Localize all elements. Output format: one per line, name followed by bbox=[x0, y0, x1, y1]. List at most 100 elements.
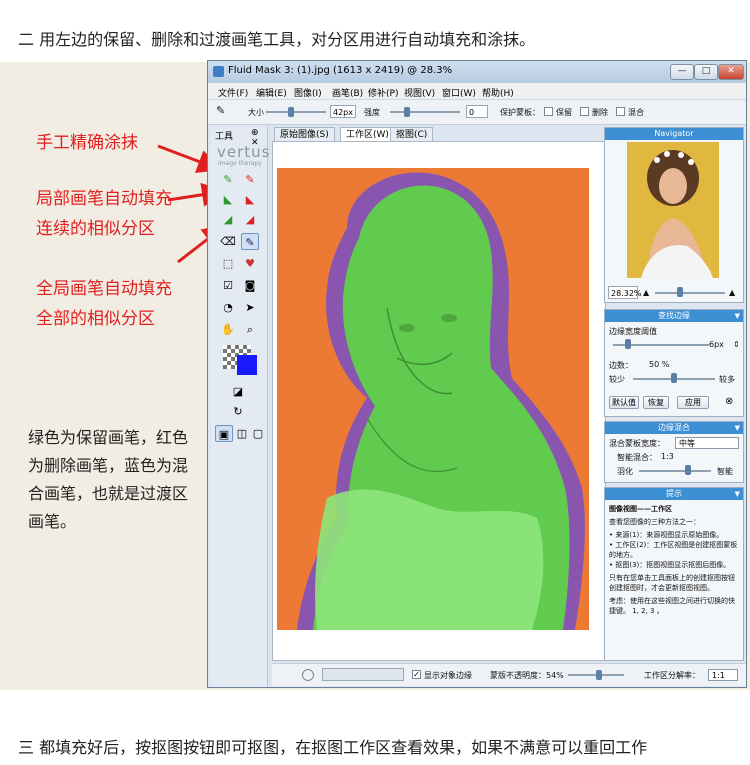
soft-input[interactable]: 0 bbox=[466, 105, 488, 118]
edge-threshold-stepper-icon[interactable]: ⇕ bbox=[733, 340, 740, 349]
keep-checkbox[interactable] bbox=[544, 107, 553, 116]
zoom-in-icon[interactable]: ▲ bbox=[729, 288, 735, 297]
navigator-zoom-input[interactable]: 28.32% bbox=[608, 286, 642, 299]
brush-toolbar: ✎ 大小 42px 强度 0 保护蒙板： 保留 删除 混合 bbox=[208, 100, 746, 125]
keep-local-fill-icon[interactable]: ◣ bbox=[219, 191, 237, 208]
mask-overlay bbox=[297, 172, 585, 630]
keep-global-fill-icon[interactable]: ◢ bbox=[219, 211, 237, 228]
rotate-icon[interactable]: ↻ bbox=[229, 403, 247, 420]
soft-label: 强度 bbox=[364, 108, 380, 117]
navigator-thumbnail-image bbox=[641, 150, 713, 278]
soft-slider[interactable] bbox=[390, 111, 460, 113]
blend-checkbox[interactable] bbox=[616, 107, 625, 116]
lasso-tool-icon[interactable]: ◔ bbox=[219, 299, 237, 316]
step-three-heading: 三 都填充好后，按抠图按钮即可抠图，在抠图工作区查看效果，如果不满意可以重回工作 bbox=[18, 738, 648, 757]
blend-width-label: 混合蒙板宽度： bbox=[609, 439, 665, 448]
edge-blend-panel: 边缘混合 ▼ 混合蒙板宽度： 中等 智能混合： 1:3 羽化 智能 bbox=[604, 421, 744, 483]
status-bar: ✓ 显示对象边缘 蒙版不透明度：54% 工作区分解率： 1:1 bbox=[272, 663, 746, 686]
edge-count-value: 50 % bbox=[649, 360, 670, 369]
fluid-mask-window: Fluid Mask 3: (1).jpg (1613 x 2419) @ 28… bbox=[207, 60, 747, 688]
tools-panel-title: 工具 bbox=[215, 132, 234, 142]
window-title: Fluid Mask 3: (1).jpg (1613 x 2419) @ 28… bbox=[228, 65, 453, 76]
tab-cutout[interactable]: 抠图(C) bbox=[390, 127, 434, 141]
edge-blend-title: 边缘混合 ▼ bbox=[605, 422, 743, 434]
help-paragraph: 只有在您单击工具面板上的创建抠图按钮创建抠图时，才会更新抠图视图。 bbox=[609, 574, 735, 592]
menu-help[interactable]: 帮助(H) bbox=[482, 86, 514, 99]
navigator-zoom-slider[interactable] bbox=[655, 292, 725, 294]
preview-toggle-icon[interactable]: ◪ bbox=[229, 383, 247, 400]
size-slider[interactable] bbox=[266, 111, 326, 113]
resolution-select[interactable]: 1:1 bbox=[708, 669, 738, 681]
layout-single-icon[interactable]: ▣ bbox=[215, 425, 233, 442]
find-edges-title: 查找边缘 ▼ bbox=[605, 310, 743, 322]
close-button[interactable]: ✕ bbox=[718, 64, 744, 80]
hand-tool-icon[interactable]: ✋ bbox=[219, 321, 237, 338]
navigator-zoom-knob[interactable] bbox=[677, 287, 683, 297]
patch-tool-icon[interactable]: ♥ bbox=[241, 255, 259, 272]
progress-bar bbox=[322, 668, 404, 681]
menu-brush[interactable]: 画笔(B) bbox=[332, 86, 363, 99]
blend-brush-tool-icon[interactable]: ✎ bbox=[241, 233, 259, 250]
restore-button[interactable]: 恢复 bbox=[643, 396, 669, 409]
foreground-color-swatch[interactable] bbox=[237, 355, 257, 375]
menu-view[interactable]: 视图(V) bbox=[404, 86, 435, 99]
edge-threshold-knob[interactable] bbox=[625, 339, 631, 349]
menu-file[interactable]: 文件(F) bbox=[218, 86, 248, 99]
minimize-button[interactable]: — bbox=[670, 64, 694, 80]
help-item-cutout: • 抠图(3)：抠图视图显示抠图后图像。 bbox=[609, 561, 731, 569]
show-edges-checkbox[interactable]: ✓ bbox=[412, 670, 421, 679]
apply-button[interactable]: 应用 bbox=[677, 396, 709, 409]
menu-edit[interactable]: 编辑(E) bbox=[256, 86, 287, 99]
mask-tool-icon[interactable]: ☑ bbox=[219, 277, 237, 294]
smart-blend-value: 1:3 bbox=[661, 452, 674, 461]
menu-patch[interactable]: 修补(P) bbox=[368, 86, 398, 99]
mask-opacity-label: 蒙版不透明度：54% bbox=[490, 671, 564, 680]
brush-icon: ✎ bbox=[216, 104, 226, 117]
navigator-thumbnail[interactable] bbox=[627, 142, 719, 278]
help-intro: 查看您图像的三种方法之一： bbox=[609, 518, 700, 526]
layout-full-icon[interactable]: ▢ bbox=[249, 425, 267, 442]
find-edges-panel: 查找边缘 ▼ 边缘宽度阈值 6px ⇕ 边数： 50 % 较少 较多 默认值 恢复… bbox=[604, 309, 744, 417]
delete-brush-tool-icon[interactable]: ✎ bbox=[241, 171, 259, 188]
find-edges-expand-icon[interactable]: ⊗ bbox=[725, 396, 733, 407]
help-collapse-icon[interactable]: ▼ bbox=[735, 488, 740, 500]
vertus-logo-subtitle: image therapy bbox=[218, 160, 262, 167]
camera-tool-icon[interactable]: ◙ bbox=[241, 277, 259, 294]
feather-knob[interactable] bbox=[685, 465, 691, 475]
menu-window[interactable]: 窗口(W) bbox=[442, 86, 476, 99]
blend-width-select[interactable]: 中等 bbox=[675, 437, 739, 449]
status-reset-icon[interactable] bbox=[302, 669, 314, 681]
vertus-logo: vertus bbox=[217, 143, 271, 161]
find-edges-collapse-icon[interactable]: ▼ bbox=[735, 310, 740, 322]
delete-global-fill-icon[interactable]: ◢ bbox=[241, 211, 259, 228]
eraser-tool-icon[interactable]: ⌫ bbox=[219, 233, 237, 250]
soft-slider-knob[interactable] bbox=[404, 107, 410, 117]
keep-brush-tool-icon[interactable]: ✎ bbox=[219, 171, 237, 188]
edge-count-label: 边数： bbox=[609, 361, 633, 370]
default-button[interactable]: 默认值 bbox=[609, 396, 639, 409]
tab-workspace[interactable]: 工作区(W) bbox=[340, 127, 395, 141]
edge-count-knob[interactable] bbox=[671, 373, 677, 383]
size-slider-knob[interactable] bbox=[288, 107, 294, 117]
tab-original-image[interactable]: 原始图像(S) bbox=[274, 127, 335, 141]
zoom-out-icon[interactable]: ▲ bbox=[643, 288, 649, 297]
keep-label: 保留 bbox=[556, 108, 572, 117]
size-input[interactable]: 42px bbox=[330, 105, 356, 118]
help-tip: 考虑：使用在这些视图之间进行切换的快捷键。 1, 2, 3 。 bbox=[609, 597, 735, 615]
navigator-title: Navigator bbox=[605, 128, 743, 140]
image-canvas[interactable] bbox=[277, 168, 589, 630]
edge-more-label: 较多 bbox=[719, 375, 735, 384]
feather-slider[interactable] bbox=[639, 470, 711, 472]
marquee-tool-icon[interactable]: ⬚ bbox=[219, 255, 237, 272]
menu-image[interactable]: 图像(I) bbox=[294, 86, 322, 99]
navigator-panel: Navigator 28.32% ▲ ▲ bbox=[604, 127, 744, 303]
delete-checkbox[interactable] bbox=[580, 107, 589, 116]
zoom-tool-icon[interactable]: ⌕ bbox=[241, 321, 259, 338]
maximize-button[interactable]: □ bbox=[694, 64, 718, 80]
delete-local-fill-icon[interactable]: ◣ bbox=[241, 191, 259, 208]
help-title: 提示 ▼ bbox=[605, 488, 743, 500]
edge-blend-collapse-icon[interactable]: ▼ bbox=[735, 422, 740, 434]
pointer-tool-icon[interactable]: ➤ bbox=[241, 299, 259, 316]
workspace-frame bbox=[272, 141, 606, 661]
mask-opacity-knob[interactable] bbox=[596, 670, 602, 680]
